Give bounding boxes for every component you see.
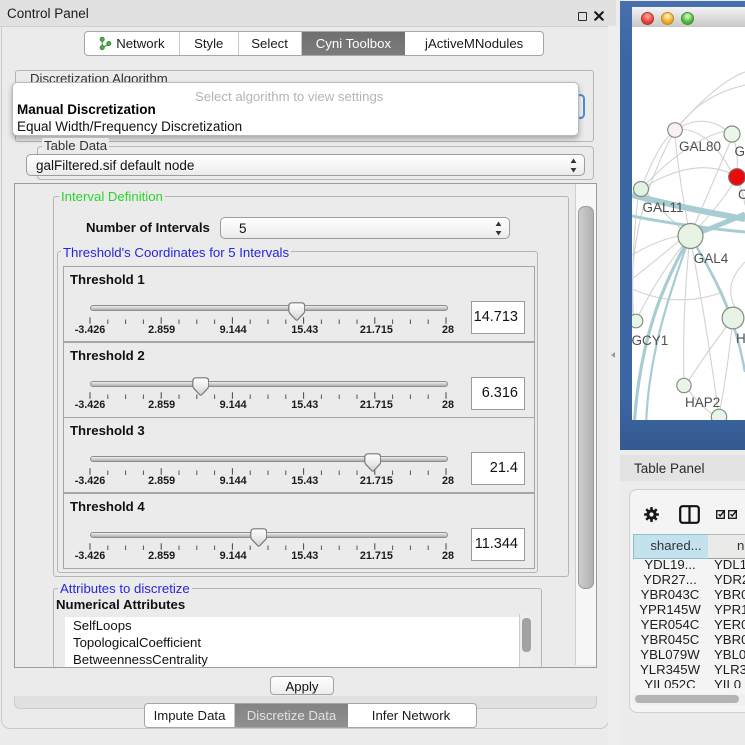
- svg-text:HA: HA: [736, 331, 745, 346]
- svg-text:GAL11: GAL11: [643, 200, 684, 215]
- svg-text:GA: GA: [735, 144, 745, 159]
- svg-text:CD: CD: [738, 187, 745, 202]
- svg-text:HAP2: HAP2: [685, 395, 720, 410]
- svg-text:GCY1: GCY1: [632, 333, 668, 348]
- svg-text:GAL4: GAL4: [694, 251, 729, 266]
- svg-text:GAL80: GAL80: [679, 139, 721, 154]
